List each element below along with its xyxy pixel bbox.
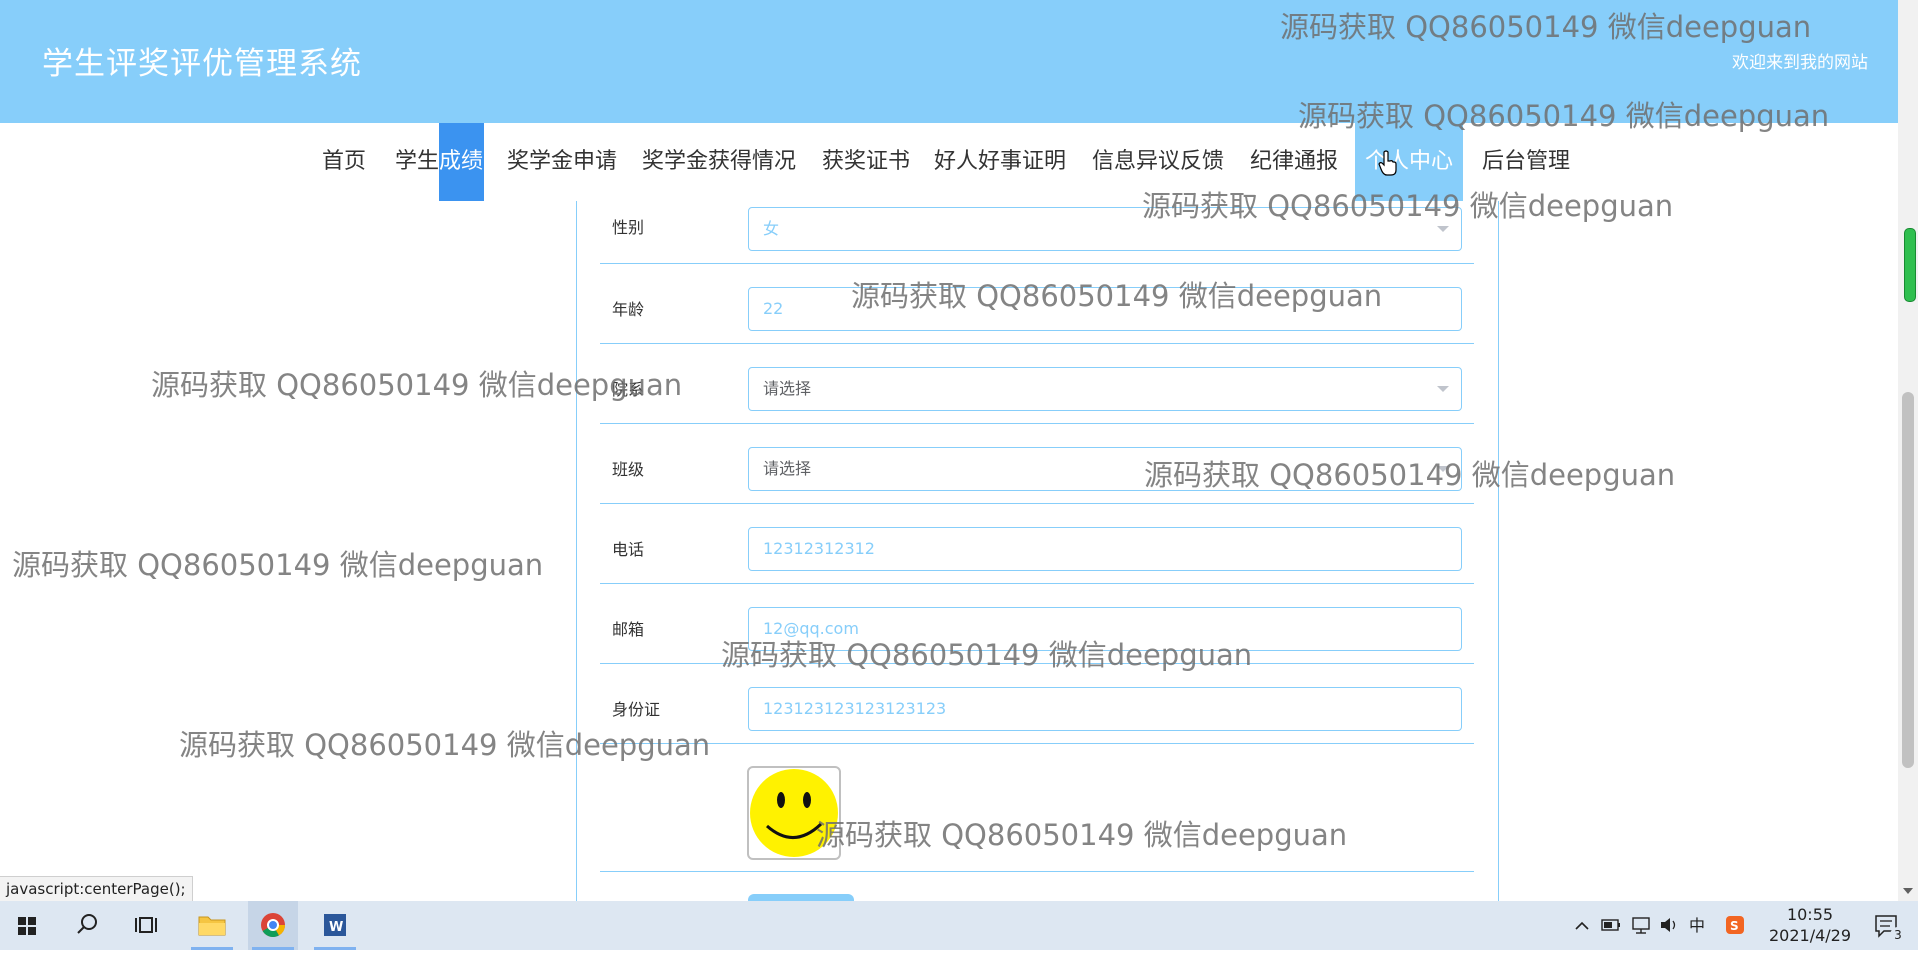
form-row-gender: 性别 女	[600, 183, 1474, 264]
clock-time: 10:55	[1786, 905, 1834, 924]
welcome-text: 欢迎来到我的网站	[1732, 53, 1868, 73]
chrome-icon	[261, 913, 285, 938]
form-row-email: 邮箱 12@qq.com	[600, 583, 1474, 664]
phone-label: 电话	[612, 540, 645, 559]
windows-taskbar: W 中 S 10:55 2021/4/29 3	[0, 901, 1918, 950]
department-placeholder: 请选择	[763, 379, 812, 398]
chrome-button[interactable]	[248, 901, 298, 950]
department-label: 院系	[612, 380, 645, 399]
form-row-avatar	[600, 791, 1474, 872]
chevron-down-icon	[1437, 386, 1449, 392]
id-card-label: 身份证	[612, 700, 661, 719]
watermark-text: 源码获取 QQ86050149 微信deepguan	[12, 548, 544, 582]
avatar-upload[interactable]	[747, 766, 841, 860]
gender-label: 性别	[612, 218, 645, 237]
task-view-button[interactable]	[122, 901, 172, 950]
id-card-input[interactable]: 123123123123123123	[748, 687, 1462, 731]
class-select[interactable]: 请选择	[748, 447, 1462, 491]
scroll-thumb[interactable]	[1902, 392, 1914, 768]
search-button[interactable]	[62, 901, 112, 950]
age-label: 年龄	[612, 300, 645, 319]
form-row-class: 班级 请选择	[600, 423, 1474, 504]
tray-expand-icon[interactable]	[1572, 901, 1592, 950]
notification-count-badge: 3	[1890, 927, 1906, 943]
age-input[interactable]: 22	[748, 287, 1462, 331]
notification-center-button[interactable]	[1870, 901, 1906, 950]
notification-icon	[1875, 915, 1897, 938]
form-row-id-card: 身份证 123123123123123123	[600, 663, 1474, 744]
volume-icon[interactable]	[1658, 901, 1680, 950]
age-value: 22	[763, 299, 784, 318]
phone-input[interactable]: 12312312312	[748, 527, 1462, 571]
sogou-input-icon[interactable]: S	[1724, 901, 1746, 950]
site-title: 学生评奖评优管理系统	[42, 46, 362, 82]
email-value: 12@qq.com	[763, 619, 859, 638]
class-label: 班级	[612, 460, 645, 479]
status-bar-url: javascript:centerPage();	[0, 876, 193, 903]
ime-indicator[interactable]: 中	[1689, 901, 1705, 950]
word-icon: W	[324, 914, 346, 936]
id-card-value: 123123123123123123	[763, 699, 947, 718]
hand-cursor-icon	[1378, 150, 1397, 176]
clock-date: 2021/4/29	[1768, 926, 1852, 945]
search-icon	[77, 914, 97, 934]
email-label: 邮箱	[612, 620, 645, 639]
form-row-phone: 电话 12312312312	[600, 503, 1474, 584]
nav-item-home[interactable]: 首页	[322, 123, 366, 201]
chevron-down-icon	[1437, 466, 1449, 472]
gender-value: 女	[763, 219, 780, 238]
start-button[interactable]	[2, 901, 52, 950]
nav-item-admin[interactable]: 后台管理	[1482, 123, 1570, 201]
windows-logo-icon	[18, 917, 36, 935]
form-row-department: 院系 请选择	[600, 343, 1474, 424]
svg-text:S: S	[1730, 919, 1739, 933]
chevron-down-icon	[1437, 226, 1449, 232]
network-icon[interactable]	[1630, 901, 1652, 950]
task-view-icon	[135, 917, 157, 933]
scroll-down-icon[interactable]	[1903, 888, 1913, 894]
page-scrollbar[interactable]	[1898, 0, 1918, 901]
form-row-age: 年龄 22	[600, 263, 1474, 344]
email-input[interactable]: 12@qq.com	[748, 607, 1462, 651]
battery-icon[interactable]	[1600, 901, 1622, 950]
taskbar-clock[interactable]: 10:55 2021/4/29	[1760, 904, 1860, 946]
word-button[interactable]: W	[310, 901, 360, 950]
folder-icon	[198, 916, 226, 936]
smiley-face-icon	[750, 769, 838, 857]
grammar-indicator-icon	[1904, 228, 1916, 302]
department-select[interactable]: 请选择	[748, 367, 1462, 411]
phone-value: 12312312312	[763, 539, 875, 558]
file-explorer-button[interactable]	[187, 901, 237, 950]
svg-text:W: W	[329, 920, 343, 935]
site-header: 学生评奖评优管理系统 欢迎来到我的网站	[0, 0, 1898, 123]
nav-highlight-text: 成绩	[439, 149, 484, 174]
class-placeholder: 请选择	[763, 459, 812, 478]
gender-select[interactable]: 女	[748, 207, 1462, 251]
nav-item-student[interactable]: 学生	[395, 123, 439, 201]
